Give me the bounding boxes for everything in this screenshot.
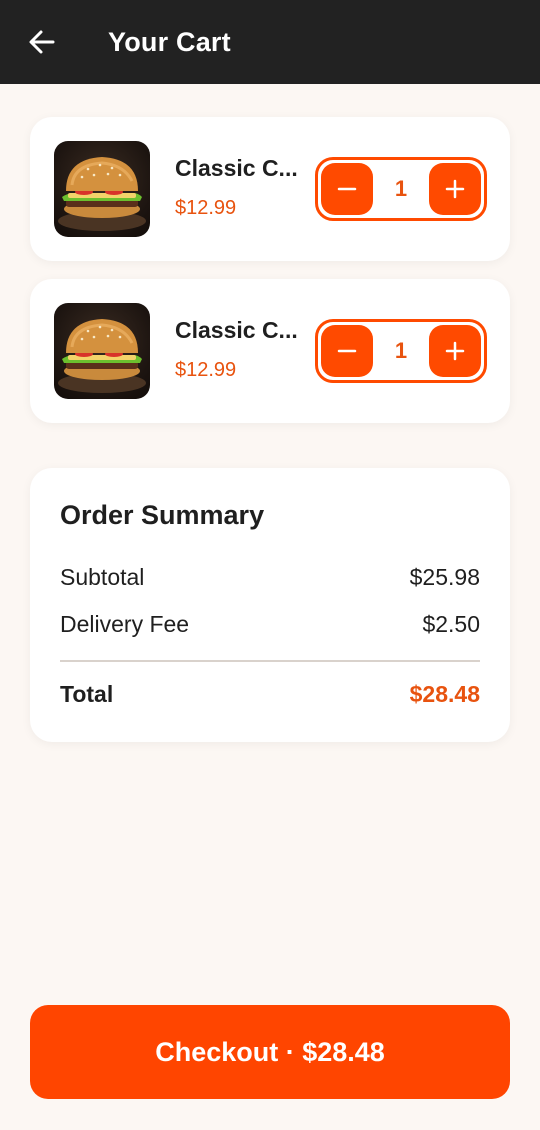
minus-icon bbox=[337, 349, 357, 353]
total-value: $28.48 bbox=[409, 681, 480, 707]
delivery-fee-value: $2.50 bbox=[422, 611, 480, 637]
divider bbox=[60, 660, 480, 662]
order-summary-card: Order Summary Subtotal $25.98 Delivery F… bbox=[30, 468, 510, 742]
subtotal-row: Subtotal $25.98 bbox=[60, 564, 480, 591]
plus-icon bbox=[445, 341, 465, 361]
decrease-quantity-button[interactable] bbox=[321, 325, 373, 377]
checkout-label: Checkout · $28.48 bbox=[155, 1036, 385, 1067]
quantity-stepper: 1 bbox=[315, 319, 487, 383]
item-price: $12.99 bbox=[175, 197, 237, 219]
subtotal-value: $25.98 bbox=[409, 564, 480, 590]
quantity-value: 1 bbox=[394, 176, 408, 201]
back-button[interactable] bbox=[22, 22, 62, 62]
decrease-quantity-button[interactable] bbox=[321, 163, 373, 215]
total-label: Total bbox=[60, 681, 114, 707]
item-price: $12.99 bbox=[175, 359, 237, 381]
burger-image bbox=[54, 303, 150, 399]
item-name: Classic C... bbox=[175, 155, 298, 181]
cart-item: Classic C... $12.99 1 bbox=[30, 117, 510, 261]
burger-image bbox=[54, 141, 150, 237]
checkout-button[interactable]: Checkout · $28.48 bbox=[30, 1005, 510, 1099]
total-row: Total $28.48 bbox=[60, 681, 480, 708]
subtotal-label: Subtotal bbox=[60, 564, 145, 590]
page-title: Your Cart bbox=[108, 27, 231, 57]
delivery-fee-label: Delivery Fee bbox=[60, 611, 190, 637]
minus-icon bbox=[337, 187, 357, 191]
cart-item: Classic C... $12.99 1 bbox=[30, 279, 510, 423]
app-bar: Your Cart bbox=[0, 0, 540, 84]
order-summary-title: Order Summary bbox=[60, 500, 265, 530]
arrow-left-icon bbox=[29, 30, 55, 54]
increase-quantity-button[interactable] bbox=[429, 163, 481, 215]
delivery-fee-row: Delivery Fee $2.50 bbox=[60, 611, 480, 638]
quantity-value: 1 bbox=[394, 338, 408, 363]
quantity-stepper: 1 bbox=[315, 157, 487, 221]
plus-icon bbox=[445, 179, 465, 199]
increase-quantity-button[interactable] bbox=[429, 325, 481, 377]
item-name: Classic C... bbox=[175, 317, 298, 343]
